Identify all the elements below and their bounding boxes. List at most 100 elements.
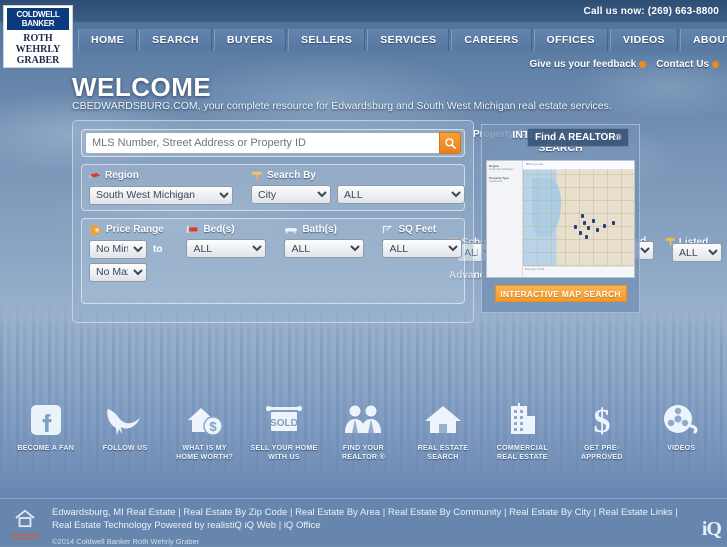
footer-links[interactable]: Edwardsburg, MI Real Estate | Real Estat…	[52, 506, 679, 532]
quicklink-label: BECOME A FAN	[6, 444, 85, 453]
map-thumb-sidebar: Region South West Michigan Property Type…	[487, 161, 523, 277]
map-pin	[582, 221, 586, 226]
page-title: WELCOME	[72, 72, 212, 102]
brand-line-2: BANKER	[21, 19, 55, 28]
bed-icon	[187, 225, 198, 234]
magnifier-icon	[444, 137, 456, 149]
search-input[interactable]	[85, 132, 439, 154]
search-submit-button[interactable]	[439, 132, 461, 154]
label-line-1: SELL YOUR HOME	[250, 445, 318, 452]
label-line-2: APPROVED	[580, 454, 623, 461]
beds-label: Bed(s)	[186, 224, 266, 235]
searchby-type-select[interactable]: City	[251, 185, 331, 204]
quicklink-home-worth[interactable]: $ WHAT IS MY HOME WORTH?	[165, 398, 244, 462]
nav-item-buyers[interactable]: BUYERS	[213, 29, 287, 51]
site-footer: EQUAL HOUSING OPPORTUNITY Edwardsburg, M…	[0, 498, 727, 546]
baths-select[interactable]: ALL	[284, 239, 365, 258]
label-line-1: FOLLOW US	[102, 445, 148, 452]
price-to-label: to	[153, 243, 163, 255]
map-pin	[611, 221, 615, 226]
quicklink-real-estate-search[interactable]: REAL ESTATE SEARCH	[403, 398, 482, 462]
map-thumb-footer: Map data ©2013	[523, 266, 634, 277]
nav-item-about-us[interactable]: ABOUT US	[679, 29, 727, 51]
equal-housing-opportunity-icon: EQUAL HOUSING OPPORTUNITY	[10, 508, 40, 541]
interactive-map-search-button[interactable]: INTERACTIVE MAP SEARCH	[494, 285, 627, 302]
map-thumbnail[interactable]: Region South West Michigan Property Type…	[486, 160, 635, 278]
quick-search-box	[81, 129, 465, 157]
beds-label-text: Bed(s)	[203, 223, 235, 235]
quicklink-become-a-fan[interactable]: BECOME A FAN	[6, 398, 85, 453]
map-thumb-toolbar: Bird's eye view	[523, 161, 634, 170]
label-line-1: WHAT IS MY	[182, 445, 227, 452]
building-icon	[483, 398, 562, 442]
sqft-label: SQ Feet	[382, 224, 462, 235]
label-line-2: REALTOR ®	[341, 454, 385, 461]
nav-item-services[interactable]: SERVICES	[367, 29, 450, 51]
label-line-1: BECOME A FAN	[17, 445, 75, 452]
map-pin	[578, 230, 582, 235]
nav-item-search[interactable]: SEARCH	[139, 29, 212, 51]
nav-item-videos[interactable]: VIDEOS	[609, 29, 678, 51]
brand-line-1: COLDWELL	[16, 10, 60, 19]
label-line-2: WITH US	[268, 454, 300, 461]
quicklink-find-realtor[interactable]: FIND YOUR REALTOR ®	[324, 398, 403, 462]
quicklink-label: GET PRE- APPROVED	[562, 444, 641, 462]
listed-select[interactable]: ALL	[672, 243, 722, 262]
office-line-1: ROTH	[23, 33, 53, 44]
price-label-text: Price Range	[106, 224, 164, 235]
sqft-select[interactable]: ALL	[382, 239, 463, 258]
map-pin	[587, 225, 591, 230]
property-search-panel: Region South West Michigan Search By	[72, 120, 474, 323]
interactive-map-search-overlay: INTERACTIVE MAP SEARCH Region South West…	[481, 124, 640, 313]
feedback-link[interactable]: Give us your feedback	[529, 59, 647, 70]
baths-label: Bath(s)	[284, 224, 364, 235]
nav-item-careers[interactable]: CAREERS	[451, 29, 532, 51]
feedback-label: Give us your feedback	[529, 59, 637, 70]
label-line-1: FIND YOUR	[342, 445, 384, 452]
facebook-icon	[6, 398, 85, 442]
quicklink-label: SELL YOUR HOME WITH US	[244, 444, 323, 462]
contact-link[interactable]: Contact Us	[656, 59, 719, 70]
sqft-label-text: SQ Feet	[398, 223, 437, 235]
registered-mark: ®	[615, 133, 622, 142]
label-line-2: REAL ESTATE	[496, 454, 548, 461]
realtors-icon	[324, 398, 403, 442]
quicklink-sell-your-home[interactable]: SOLD SELL YOUR HOME WITH US	[244, 398, 323, 462]
beds-select[interactable]: ALL	[186, 239, 267, 258]
price-tag-icon	[90, 224, 102, 235]
region-label-text: Region	[105, 170, 139, 181]
nav-item-sellers[interactable]: SELLERS	[288, 29, 366, 51]
region-select[interactable]: South West Michigan	[89, 185, 233, 205]
area-icon	[383, 224, 393, 233]
quicklink-get-pre-approved[interactable]: $ GET PRE- APPROVED	[562, 398, 641, 462]
phone-number: Call us now: (269) 663-8800	[583, 5, 719, 17]
quicklink-label: FIND YOUR REALTOR ®	[324, 444, 403, 462]
sold-sign-icon: SOLD	[244, 398, 323, 442]
site-logo[interactable]: COLDWELL BANKER ROTH WEHRLY GRABER	[3, 5, 73, 68]
quicklink-follow-us[interactable]: FOLLOW US	[85, 398, 164, 453]
quicklink-videos[interactable]: VIDEOS	[642, 398, 721, 453]
nav-item-offices[interactable]: OFFICES	[533, 29, 608, 51]
svg-text:$: $	[593, 403, 610, 439]
thumb-side-sub: South West Michigan	[489, 168, 514, 171]
signpost-icon	[251, 171, 262, 180]
searchby-value-select[interactable]: ALL	[337, 185, 465, 204]
price-min-select[interactable]: No Min	[89, 239, 147, 259]
thumb-side-sub2: Residential	[489, 180, 502, 183]
quicklink-commercial-real-estate[interactable]: COMMERCIAL REAL ESTATE	[483, 398, 562, 462]
map-pin	[602, 223, 606, 228]
price-max-select[interactable]: No Max	[89, 262, 147, 282]
map-pin	[585, 235, 589, 240]
map-pin	[574, 224, 578, 229]
baths-label-text: Bath(s)	[302, 223, 337, 235]
bathtub-icon	[285, 228, 298, 234]
searchby-label-text: Search By	[267, 170, 316, 181]
find-a-realtor-tooltip[interactable]: Find A REALTOR®	[527, 128, 630, 147]
iq-logo: iQ	[701, 518, 722, 540]
label-line-1: REAL ESTATE	[417, 445, 469, 452]
nav-item-home[interactable]: HOME	[78, 29, 138, 51]
beds-cell: Bed(s) ALL	[179, 224, 273, 258]
office-name: ROTH WEHRLY GRABER	[16, 33, 61, 66]
footer-copyright: ©2014 Coldwell Banker Roth Wehrly Graber	[52, 537, 200, 546]
svg-text:SOLD: SOLD	[270, 418, 298, 429]
